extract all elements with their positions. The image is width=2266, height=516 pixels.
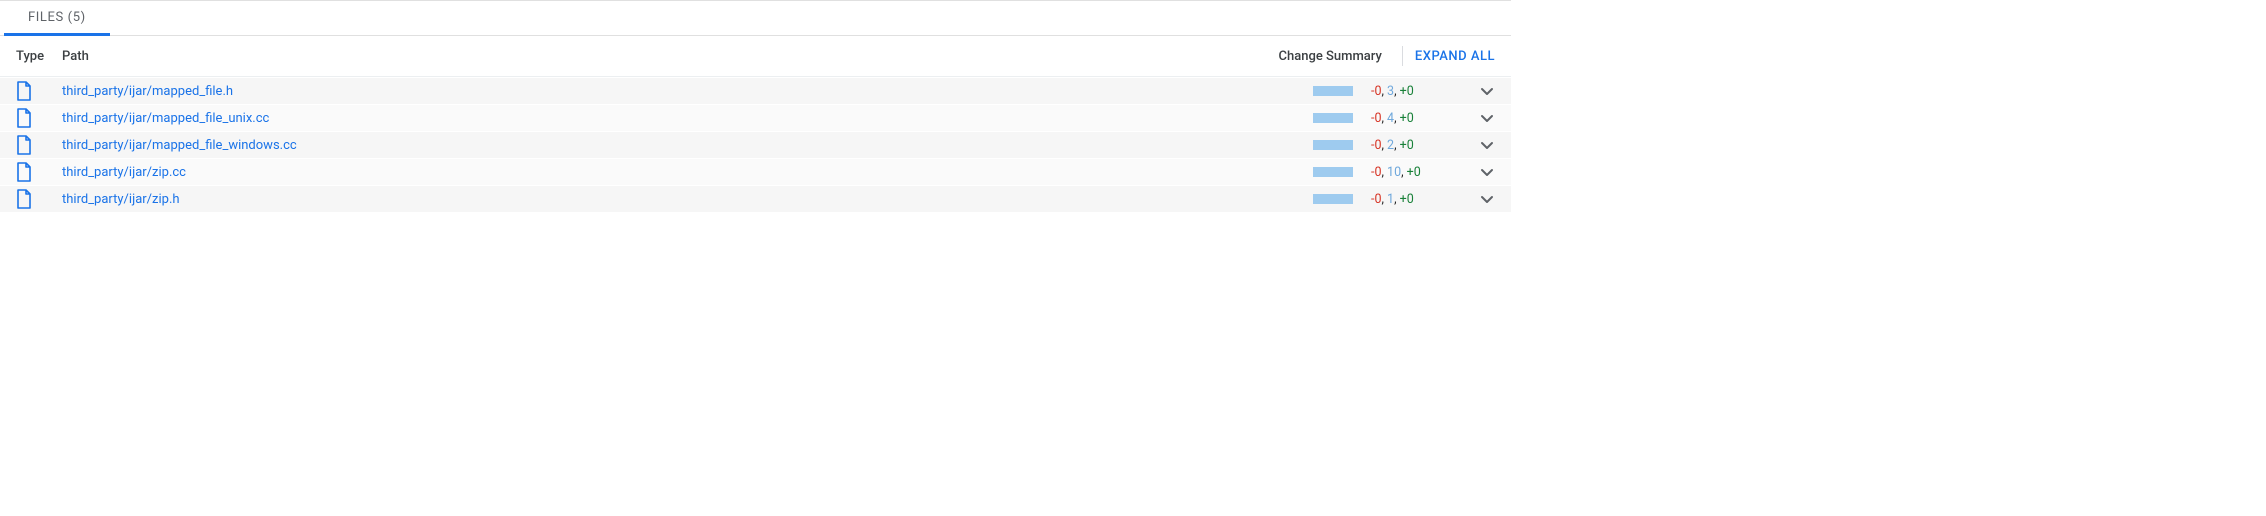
file-icon: [16, 81, 62, 101]
header-path: Path: [62, 49, 1279, 64]
change-bar: [1313, 194, 1353, 204]
change-bar: [1313, 167, 1353, 177]
change-stats: -0, 4, +0: [1371, 111, 1467, 126]
expand-row-button[interactable]: [1467, 110, 1495, 126]
chevron-down-icon: [1479, 83, 1495, 99]
tab-label: FILES: [28, 10, 64, 25]
file-path-link[interactable]: third_party/ijar/zip.h: [62, 192, 1313, 207]
tab-count: (5): [68, 10, 86, 25]
table-header: Type Path Change Summary EXPAND ALL: [0, 36, 1511, 77]
file-path-link[interactable]: third_party/ijar/mapped_file.h: [62, 84, 1313, 99]
tab-files[interactable]: FILES (5): [10, 1, 104, 35]
expand-row-button[interactable]: [1467, 83, 1495, 99]
chevron-down-icon: [1479, 137, 1495, 153]
expand-row-button[interactable]: [1467, 191, 1495, 207]
file-icon: [16, 108, 62, 128]
tab-strip: FILES (5): [0, 1, 1511, 36]
change-stats: -0, 3, +0: [1371, 84, 1467, 99]
change-stats: -0, 10, +0: [1371, 165, 1467, 180]
file-icon: [16, 189, 62, 209]
table-row: third_party/ijar/mapped_file.h -0, 3, +0: [0, 77, 1511, 104]
file-icon: [16, 162, 62, 182]
table-row: third_party/ijar/zip.cc -0, 10, +0: [0, 158, 1511, 185]
table-row: third_party/ijar/zip.h -0, 1, +0: [0, 185, 1511, 212]
chevron-down-icon: [1479, 110, 1495, 126]
expand-row-button[interactable]: [1467, 164, 1495, 180]
header-change-summary: Change Summary: [1279, 49, 1398, 64]
table-row: third_party/ijar/mapped_file_windows.cc -…: [0, 131, 1511, 158]
expand-all-button[interactable]: EXPAND ALL: [1411, 49, 1495, 64]
change-stats: -0, 1, +0: [1371, 192, 1467, 207]
change-bar: [1313, 113, 1353, 123]
change-stats: -0, 2, +0: [1371, 138, 1467, 153]
change-bar: [1313, 140, 1353, 150]
header-type: Type: [16, 49, 62, 64]
table-row: third_party/ijar/mapped_file_unix.cc -0, …: [0, 104, 1511, 131]
chevron-down-icon: [1479, 164, 1495, 180]
file-path-link[interactable]: third_party/ijar/zip.cc: [62, 165, 1313, 180]
file-icon: [16, 135, 62, 155]
change-bar: [1313, 86, 1353, 96]
header-separator: [1402, 46, 1403, 66]
file-list: third_party/ijar/mapped_file.h-0, 3, +0t…: [0, 77, 1511, 212]
expand-row-button[interactable]: [1467, 137, 1495, 153]
file-path-link[interactable]: third_party/ijar/mapped_file_windows.cc: [62, 138, 1313, 153]
chevron-down-icon: [1479, 191, 1495, 207]
file-path-link[interactable]: third_party/ijar/mapped_file_unix.cc: [62, 111, 1313, 126]
